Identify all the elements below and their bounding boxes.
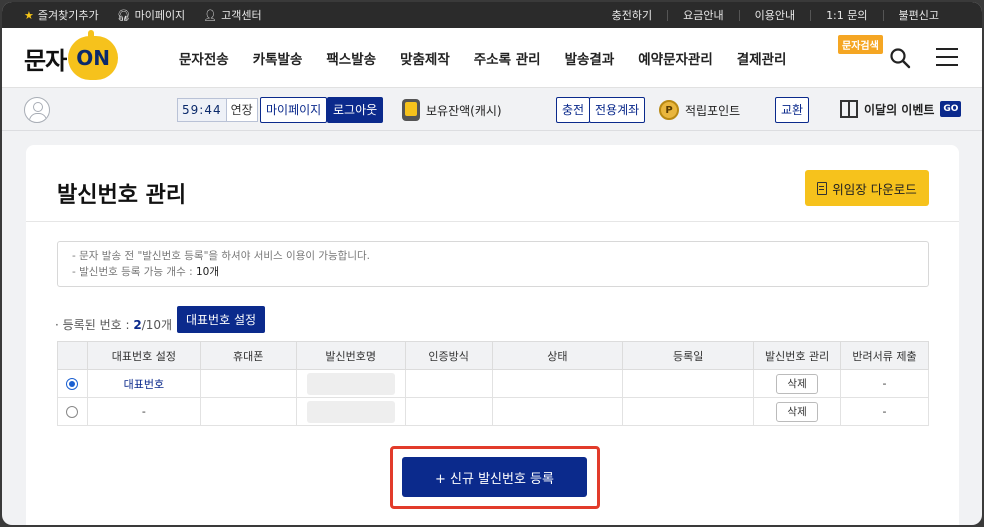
- inquiry-link[interactable]: 1:1 문의: [810, 9, 882, 21]
- row-radio[interactable]: [66, 406, 79, 418]
- gift-icon: [840, 100, 858, 118]
- user-info-bar: 59:44 연장 마이페이지 로그아웃 보유잔액(캐시) 충전 전용계좌 P 적…: [2, 89, 982, 131]
- session-timer: 59:44 연장: [177, 98, 258, 122]
- row-radio-selected[interactable]: [66, 378, 79, 390]
- star-icon: ★: [24, 8, 34, 22]
- avatar: [24, 97, 50, 123]
- app-window: ★ 즐겨찾기추가 🎧︎ 마이페이지 👤︎ 고객센터 충전하기 요금안내 이용안내 1:…: [2, 2, 982, 525]
- complaint-link[interactable]: 불편신고: [882, 9, 954, 21]
- col-rep: 대표번호 설정: [86, 341, 201, 370]
- delete-button[interactable]: 삭제: [776, 401, 818, 422]
- guide-link[interactable]: 이용안내: [738, 9, 810, 21]
- main-header: 문자 ON 문자전송 카톡발송 팩스발송 맞춤제작 주소록 관리 발송결과 예약…: [2, 28, 982, 88]
- nav-payment[interactable]: 결제관리: [737, 48, 787, 68]
- search-icon[interactable]: [889, 47, 911, 69]
- sender-number-table: 대표번호 설정 휴대폰 발신번호명 인증방식 상태 등록일 발신번호 관리 반려…: [57, 341, 929, 426]
- nav-results[interactable]: 발송결과: [565, 48, 615, 68]
- page-title: 발신번호 관리: [57, 183, 187, 208]
- search-badge: 문자검색: [838, 35, 883, 54]
- notice-box: - 문자 발송 전 "발신번호 등록"을 하셔야 서비스 이용이 가능합니다. …: [57, 241, 929, 287]
- bookmark-link[interactable]: ★ 즐겨찾기추가: [24, 7, 99, 23]
- pricing-link[interactable]: 요금안내: [667, 9, 738, 21]
- table-header-row: 대표번호 설정 휴대폰 발신번호명 인증방식 상태 등록일 발신번호 관리 반려…: [57, 341, 929, 370]
- divider: [26, 221, 959, 222]
- document-icon: [817, 181, 828, 195]
- timer-value: 59:44: [178, 99, 226, 121]
- nav-fax[interactable]: 팩스발송: [326, 48, 376, 68]
- col-select: [57, 341, 88, 370]
- points-coin-icon: P: [659, 100, 679, 120]
- wallet-icon: [402, 99, 420, 121]
- col-manage: 발신번호 관리: [753, 341, 842, 370]
- extend-button[interactable]: 연장: [225, 99, 257, 121]
- table-row: 대표번호 삭제 -: [57, 369, 929, 398]
- col-doc: 반려서류 제출: [840, 341, 929, 370]
- sender-name-field[interactable]: [306, 372, 395, 395]
- headset-icon: 🎧︎: [116, 8, 131, 22]
- mypage-link[interactable]: 🎧︎ 마이페이지: [117, 7, 186, 23]
- col-phone: 휴대폰: [199, 341, 297, 370]
- charge-button[interactable]: 충전: [556, 97, 591, 123]
- logout-button[interactable]: 로그아웃: [327, 97, 384, 123]
- logo[interactable]: 문자 ON: [24, 30, 119, 82]
- col-date: 등록일: [622, 341, 755, 370]
- event-link[interactable]: 이달의 이벤트 GO: [840, 100, 962, 118]
- table-row: - 삭제 -: [57, 397, 929, 426]
- col-auth: 인증방식: [404, 341, 493, 370]
- charge-link[interactable]: 충전하기: [597, 10, 667, 21]
- delete-button[interactable]: 삭제: [776, 373, 818, 394]
- mypage-button[interactable]: 마이페이지: [260, 97, 328, 123]
- col-status: 상태: [491, 341, 624, 370]
- go-badge: GO: [940, 101, 962, 117]
- nav-kakao[interactable]: 카톡발송: [253, 48, 303, 68]
- person-icon: 👤︎: [203, 8, 218, 22]
- customer-center-link[interactable]: 👤︎ 고객센터: [203, 7, 261, 23]
- registered-count: · 등록된 번호 : 2/10개: [55, 318, 173, 332]
- hamburger-menu-icon[interactable]: [936, 48, 958, 66]
- balance-info: 보유잔액(캐시): [402, 99, 502, 121]
- exchange-button[interactable]: 교환: [775, 97, 810, 123]
- set-representative-button[interactable]: 대표번호 설정: [177, 306, 265, 333]
- dedicated-account-button[interactable]: 전용계좌: [589, 97, 646, 123]
- sender-name-field[interactable]: [306, 400, 395, 423]
- main-nav: 문자전송 카톡발송 팩스발송 맞춤제작 주소록 관리 발송결과 예약문자관리 결…: [167, 28, 798, 88]
- points-info: P 적립포인트: [659, 100, 740, 120]
- nav-send-sms[interactable]: 문자전송: [179, 48, 229, 68]
- nav-reserved[interactable]: 예약문자관리: [638, 48, 713, 68]
- col-name: 발신번호명: [295, 341, 406, 370]
- nav-custom[interactable]: 맞춤제작: [400, 48, 450, 68]
- nav-address-book[interactable]: 주소록 관리: [474, 48, 541, 68]
- utility-bar: ★ 즐겨찾기추가 🎧︎ 마이페이지 👤︎ 고객센터 충전하기 요금안내 이용안내 1:…: [2, 2, 982, 28]
- download-proxy-button[interactable]: 위임장 다운로드: [805, 170, 929, 206]
- register-new-number-button[interactable]: + 신규 발신번호 등록: [402, 457, 587, 497]
